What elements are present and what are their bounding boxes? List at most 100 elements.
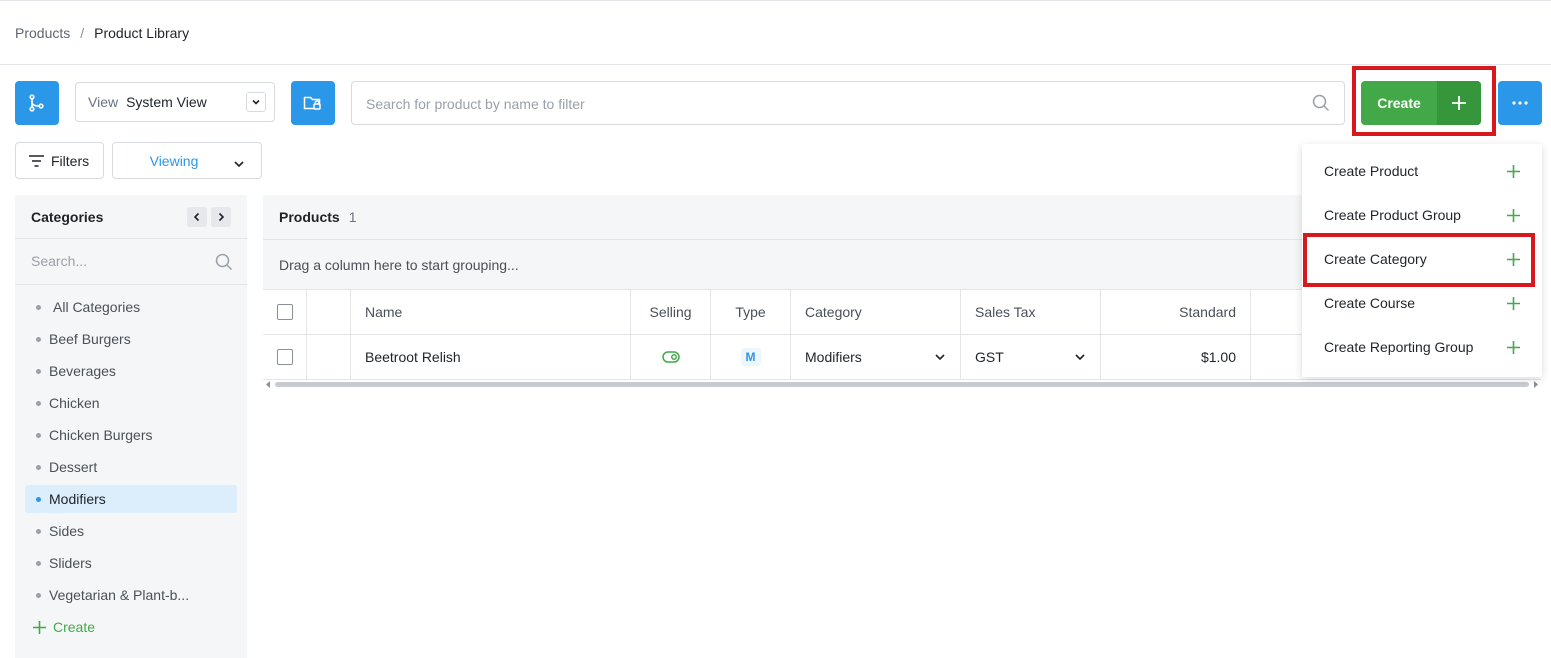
more-options-button[interactable] (1498, 81, 1542, 125)
category-label: Modifiers (49, 491, 106, 507)
row-checkbox[interactable] (276, 349, 293, 365)
create-category-label: Create (53, 619, 96, 635)
filter-icon (29, 154, 44, 167)
category-label: Chicken (49, 395, 100, 411)
grid-title: Products (279, 209, 340, 225)
cell-selling (631, 335, 711, 379)
categories-title: Categories (31, 208, 104, 225)
viewing-select[interactable]: Viewing (112, 142, 262, 179)
search-icon (215, 253, 233, 274)
view-select-label: View (88, 94, 119, 110)
menu-item-label: Create Product Group (1324, 207, 1461, 223)
create-category-link[interactable]: Create (33, 619, 95, 635)
breadcrumb-separator: / (80, 25, 85, 41)
cell-name[interactable]: Beetroot Relish (351, 335, 631, 379)
chevron-down-icon (233, 156, 245, 172)
category-label: Beef Burgers (49, 331, 131, 347)
filters-button-label: Filters (51, 152, 90, 169)
type-badge: M (740, 348, 761, 366)
expand-right-button[interactable] (211, 207, 231, 227)
category-item-chicken[interactable]: Chicken (25, 389, 237, 417)
column-header-category[interactable]: Category (791, 290, 961, 334)
menu-item-create-product[interactable]: Create Product (1302, 149, 1542, 193)
filters-button[interactable]: Filters (15, 142, 104, 179)
folder-lock-icon (303, 96, 321, 110)
scrollbar-thumb[interactable] (275, 382, 1529, 387)
category-label: Dessert (49, 459, 98, 475)
breadcrumb: Products / Product Library (15, 24, 189, 42)
column-header-type[interactable]: Type (711, 290, 791, 334)
category-item-sides[interactable]: Sides (25, 517, 237, 545)
breadcrumb-products-link[interactable]: Products (15, 25, 70, 41)
category-item-beverages[interactable]: Beverages (25, 357, 237, 385)
categories-header: Categories (15, 195, 247, 239)
category-label: All Categories (53, 299, 141, 315)
category-item-vegetarian[interactable]: Vegetarian & Plant-b... (25, 581, 237, 609)
bullet-icon (36, 432, 41, 438)
bullet-icon (36, 592, 41, 598)
cell-standard[interactable]: $1.00 (1101, 335, 1251, 379)
column-header-standard[interactable]: Standard (1101, 290, 1251, 334)
bullet-icon (36, 560, 41, 566)
plus-icon (1507, 208, 1520, 222)
plus-icon (1507, 296, 1520, 310)
selling-toggle-icon[interactable] (661, 351, 680, 363)
categories-search-input[interactable] (31, 253, 201, 269)
cell-type: M (711, 335, 791, 379)
group-hint: Drag a column here to start grouping... (279, 256, 519, 273)
breadcrumb-current: Product Library (94, 25, 190, 41)
chevron-left-icon (193, 212, 200, 222)
header-divider (0, 64, 1551, 65)
column-header-selling[interactable]: Selling (631, 290, 711, 334)
bullet-icon (36, 336, 41, 342)
folder-lock-button[interactable] (291, 81, 335, 125)
cell-category-value: Modifiers (805, 349, 862, 365)
plus-icon[interactable] (1437, 81, 1481, 125)
category-label: Beverages (49, 363, 116, 379)
search-icon (1312, 94, 1330, 115)
view-select-value: System View (126, 94, 207, 110)
cell-category[interactable]: Modifiers (791, 335, 961, 379)
scroll-left-icon[interactable] (265, 381, 271, 388)
plus-icon (33, 620, 46, 634)
category-item-dessert[interactable]: Dessert (25, 453, 237, 481)
category-label: Sides (49, 523, 85, 539)
scroll-right-icon[interactable] (1533, 381, 1539, 388)
category-item-sliders[interactable]: Sliders (25, 549, 237, 577)
plus-icon (1507, 340, 1520, 354)
create-button-label: Create (1377, 95, 1421, 111)
cell-sales-tax-value: GST (975, 349, 1004, 365)
category-item-modifiers[interactable]: Modifiers (25, 485, 237, 513)
category-item-beef-burgers[interactable]: Beef Burgers (25, 325, 237, 353)
menu-item-create-product-group[interactable]: Create Product Group (1302, 193, 1542, 237)
category-item-chicken-burgers[interactable]: Chicken Burgers (25, 421, 237, 449)
category-label: Chicken Burgers (49, 427, 153, 443)
view-select[interactable]: View System View (75, 82, 275, 122)
column-header-sales-tax[interactable]: Sales Tax (961, 290, 1101, 334)
bullet-icon (36, 496, 41, 502)
menu-item-label: Create Course (1324, 295, 1416, 311)
menu-item-create-course[interactable]: Create Course (1302, 281, 1542, 325)
product-search-input[interactable] (366, 94, 1266, 114)
cell-sales-tax[interactable]: GST (961, 335, 1101, 379)
collapse-left-button[interactable] (187, 207, 207, 227)
chevron-down-icon (246, 92, 266, 112)
category-item-all[interactable]: All Categories (25, 293, 237, 321)
select-all-checkbox[interactable] (276, 304, 293, 320)
horizontal-scrollbar[interactable] (263, 381, 1541, 388)
create-button[interactable]: Create (1361, 81, 1481, 125)
category-label: Vegetarian & Plant-b... (49, 587, 190, 603)
bullet-icon (36, 304, 41, 310)
menu-item-create-reporting-group[interactable]: Create Reporting Group (1302, 325, 1542, 369)
bullet-icon (36, 464, 41, 470)
grid-count: 1 (348, 209, 357, 225)
menu-item-label: Create Product (1324, 163, 1419, 179)
menu-item-create-category[interactable]: Create Category (1302, 237, 1542, 281)
hierarchy-button[interactable] (15, 81, 59, 125)
menu-item-label: Create Reporting Group (1324, 339, 1474, 355)
column-header-name[interactable]: Name (351, 290, 631, 334)
bullet-icon (36, 368, 41, 374)
drag-column-header (307, 290, 351, 334)
plus-icon (1507, 252, 1520, 266)
select-all-cell (263, 290, 307, 334)
